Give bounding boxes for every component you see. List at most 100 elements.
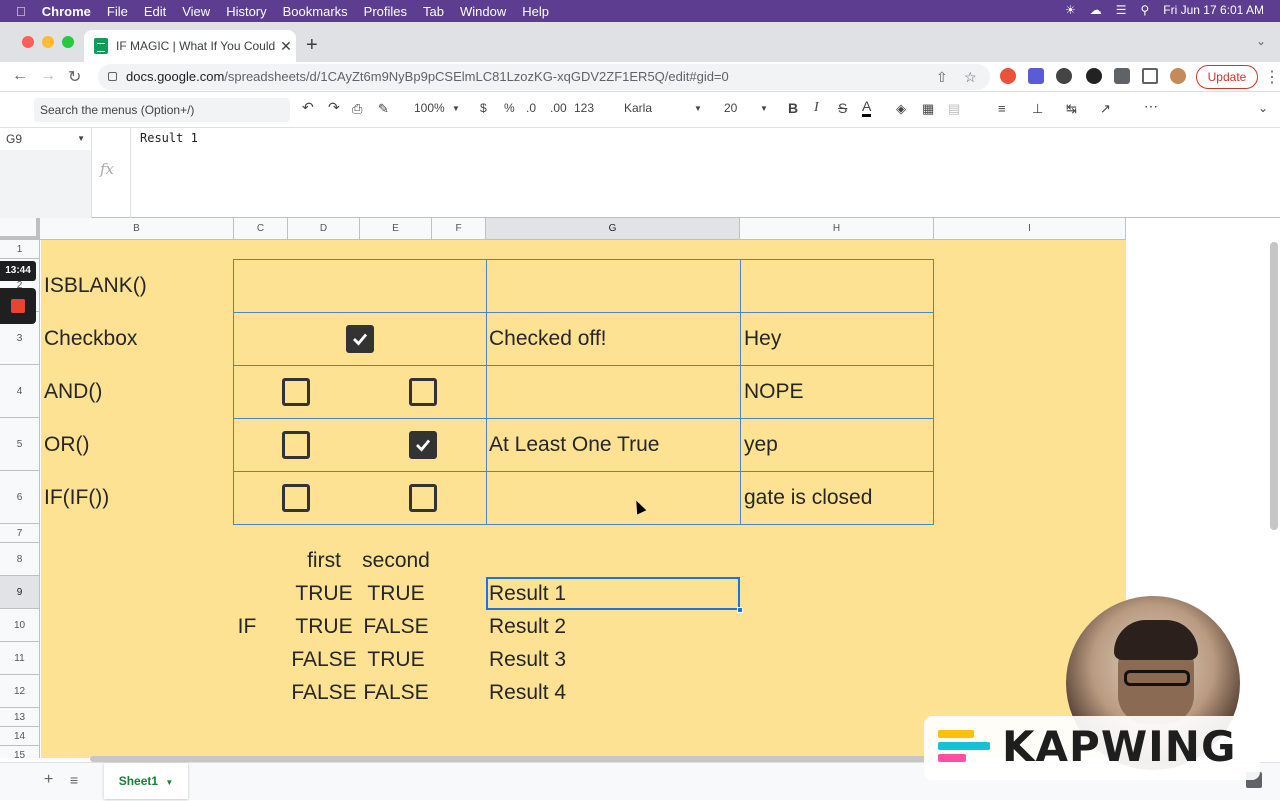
cell-g11[interactable]: Result 3 (489, 643, 566, 676)
merge-cells-icon[interactable]: ▤ (948, 101, 960, 117)
strikethrough-icon[interactable]: S (838, 100, 847, 116)
column-header-e[interactable]: E (360, 218, 432, 240)
cell-g6[interactable] (486, 471, 741, 525)
name-box[interactable]: G9 ▼ (0, 128, 92, 150)
checkbox-e5[interactable] (409, 431, 437, 459)
bookmark-star-icon[interactable]: ☆ (964, 64, 977, 90)
cell-d9[interactable]: TRUE (288, 577, 360, 610)
undo-icon[interactable]: ↶ (302, 99, 314, 116)
cell-e11[interactable]: TRUE (360, 643, 432, 676)
cell-d12[interactable]: FALSE (288, 676, 360, 709)
share-icon[interactable]: ⇧ (936, 64, 948, 90)
all-sheets-icon[interactable]: ≡ (70, 772, 78, 788)
close-tab-icon[interactable]: ✕ (276, 38, 296, 55)
italic-icon[interactable]: I (814, 100, 819, 116)
cell-g12[interactable]: Result 4 (489, 676, 566, 709)
vertical-align-icon[interactable]: ⊥ (1032, 101, 1043, 117)
print-icon[interactable]: ⎙ (352, 101, 362, 117)
menu-file[interactable]: File (107, 4, 128, 19)
column-header-b[interactable]: B (40, 218, 234, 240)
apple-icon[interactable]:  (16, 4, 26, 19)
vertical-scrollbar[interactable] (1270, 242, 1278, 530)
increase-decimal-button[interactable]: .00 (550, 101, 567, 115)
horizontal-align-icon[interactable]: ≡ (998, 101, 1006, 116)
menu-bookmarks[interactable]: Bookmarks (283, 4, 348, 19)
profile-avatar[interactable] (1170, 68, 1186, 84)
column-header-h[interactable]: H (740, 218, 934, 240)
sheet-tab-chevron-icon[interactable]: ▼ (165, 778, 173, 787)
menu-window[interactable]: Window (460, 4, 506, 19)
percent-format-button[interactable]: % (504, 101, 515, 115)
cell-c6-f6[interactable] (233, 471, 487, 525)
status-brightness-icon[interactable]: ☀ (1065, 3, 1076, 17)
row-header-6[interactable]: 6 (0, 471, 40, 524)
cell-g4[interactable] (486, 365, 741, 419)
decrease-decimal-button[interactable]: .0 (526, 101, 536, 115)
checkbox-d4[interactable] (282, 378, 310, 406)
cell-d8[interactable]: first (288, 544, 360, 577)
redo-icon[interactable]: ↷ (328, 99, 340, 116)
menubar-clock[interactable]: Fri Jun 17 6:01 AM (1163, 3, 1264, 17)
cell-g2[interactable] (486, 259, 741, 313)
row-header-4[interactable]: 4 (0, 365, 40, 418)
cell-c4-f4[interactable] (233, 365, 487, 419)
zoom-window-button[interactable] (62, 36, 74, 48)
cell-b3[interactable]: Checkbox (44, 312, 137, 365)
new-tab-icon[interactable]: + (306, 34, 318, 57)
cell-e12[interactable]: FALSE (360, 676, 432, 709)
status-wifi-icon[interactable]: ☰ (1116, 3, 1127, 17)
row-header-5[interactable]: 5 (0, 418, 40, 471)
row-header-9[interactable]: 9 (0, 576, 40, 609)
cell-h2[interactable] (740, 259, 934, 313)
reload-icon[interactable]: ↻ (68, 67, 81, 87)
font-size-select[interactable]: 20 (724, 101, 737, 115)
column-header-i[interactable]: I (934, 218, 1126, 240)
add-sheet-icon[interactable]: + (44, 771, 53, 789)
extension-icon-1[interactable] (1000, 68, 1016, 84)
row-header-14[interactable]: 14 (0, 727, 40, 746)
close-window-button[interactable] (22, 36, 34, 48)
menu-profiles[interactable]: Profiles (364, 4, 407, 19)
active-cell-selection[interactable] (486, 577, 740, 610)
checkbox-d3[interactable] (346, 325, 374, 353)
menu-help[interactable]: Help (522, 4, 549, 19)
browser-tab[interactable]: IF MAGIC | What If You Could F ✕ (84, 30, 296, 62)
column-header-g[interactable]: G (486, 218, 740, 240)
cell-b2[interactable]: ISBLANK() (44, 259, 147, 312)
extension-icon-4[interactable] (1086, 68, 1102, 84)
formula-input[interactable]: Result 1 (140, 131, 198, 145)
chrome-menu-icon[interactable]: ⋮ (1264, 67, 1280, 87)
row-header-11[interactable]: 11 (0, 642, 40, 675)
menu-tab[interactable]: Tab (423, 4, 444, 19)
update-button[interactable]: Update (1196, 65, 1258, 89)
row-header-1[interactable]: 1 (0, 240, 40, 259)
search-menus-input[interactable]: Search the menus (Option+/) (34, 98, 290, 122)
checkbox-e6[interactable] (409, 484, 437, 512)
extension-icon-3[interactable] (1056, 68, 1072, 84)
row-header-7[interactable]: 7 (0, 524, 40, 543)
cell-b5[interactable]: OR() (44, 418, 90, 471)
row-header-8[interactable]: 8 (0, 543, 40, 576)
paint-format-icon[interactable]: ✎ (378, 101, 389, 117)
column-header-f[interactable]: F (432, 218, 486, 240)
cell-d11[interactable]: FALSE (288, 643, 360, 676)
checkbox-d5[interactable] (282, 431, 310, 459)
text-rotation-icon[interactable]: ↗ (1100, 101, 1111, 117)
extension-icon-2[interactable] (1028, 68, 1044, 84)
status-cloud-icon[interactable]: ☁ (1090, 3, 1102, 17)
column-header-c[interactable]: C (234, 218, 288, 240)
cell-g10[interactable]: Result 2 (489, 610, 566, 643)
zoom-select[interactable]: 100% (414, 101, 445, 115)
row-header-13[interactable]: 13 (0, 708, 40, 727)
sidebar-icon[interactable] (1142, 68, 1158, 84)
forward-arrow-icon[interactable]: → (40, 67, 56, 85)
back-arrow-icon[interactable]: ← (12, 67, 28, 85)
cell-b4[interactable]: AND() (44, 365, 102, 418)
name-box-chevron-icon[interactable]: ▼ (77, 128, 85, 150)
row-header-15[interactable]: 15 (0, 746, 40, 758)
font-select[interactable]: Karla (624, 101, 652, 115)
column-header-d[interactable]: D (288, 218, 360, 240)
status-search-icon[interactable]: ⚲ (1140, 3, 1149, 17)
tab-search-chevron-icon[interactable]: ⌄ (1256, 34, 1266, 48)
cell-c5-f5[interactable] (233, 418, 487, 472)
